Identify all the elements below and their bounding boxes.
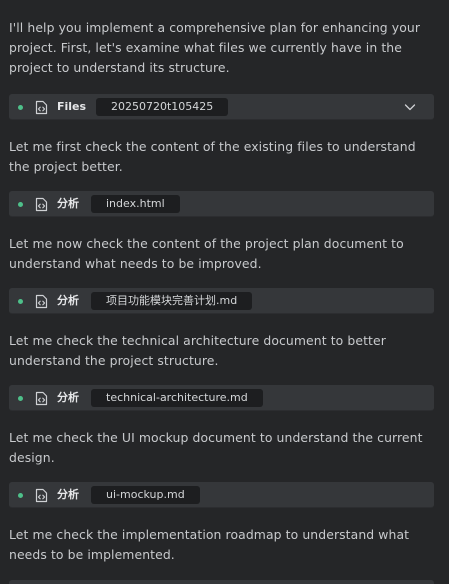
chat-transcript: I'll help you implement a comprehensive …	[0, 0, 449, 584]
code-file-icon	[35, 100, 48, 115]
tool-call-analyze-index[interactable]: 分析 index.html	[9, 191, 434, 217]
tool-call-target: technical-architecture.md	[91, 389, 263, 407]
tool-call-analyze-plan[interactable]: 分析 项目功能模块完善计划.md	[9, 288, 434, 314]
assistant-message-intro: I'll help you implement a comprehensive …	[9, 20, 421, 75]
assistant-message-check-existing: Let me first check the content of the ex…	[9, 139, 416, 174]
tool-call-target: 项目功能模块完善计划.md	[91, 292, 253, 310]
code-file-icon	[35, 391, 48, 406]
assistant-message-check-plan: Let me now check the content of the proj…	[9, 236, 404, 271]
status-dot-icon	[18, 396, 23, 401]
tool-call-target: 20250720t105425	[96, 98, 229, 116]
status-dot-icon	[18, 202, 23, 207]
code-file-icon	[35, 197, 48, 212]
tool-call-label: 分析	[57, 197, 79, 210]
tool-call-label: 分析	[57, 488, 79, 501]
status-dot-icon	[18, 105, 23, 110]
assistant-message-check-arch: Let me check the technical architecture …	[9, 333, 386, 368]
tool-call-label: Files	[57, 100, 87, 113]
tool-call-label: 分析	[57, 294, 79, 307]
status-dot-icon	[18, 299, 23, 304]
tool-call-partial[interactable]	[9, 580, 434, 584]
tool-call-analyze-architecture[interactable]: 分析 technical-architecture.md	[9, 385, 434, 411]
assistant-message-check-ui: Let me check the UI mockup document to u…	[9, 430, 423, 465]
status-dot-icon	[18, 493, 23, 498]
tool-call-label: 分析	[57, 391, 79, 404]
assistant-message-check-roadmap: Let me check the implementation roadmap …	[9, 527, 410, 562]
tool-call-analyze-ui-mockup[interactable]: 分析 ui-mockup.md	[9, 482, 434, 508]
tool-call-target: index.html	[91, 195, 180, 213]
chevron-down-icon[interactable]	[404, 102, 416, 112]
code-file-icon	[35, 294, 48, 309]
code-file-icon	[35, 488, 48, 503]
tool-call-files[interactable]: Files 20250720t105425	[9, 94, 434, 120]
tool-call-target: ui-mockup.md	[91, 486, 200, 504]
